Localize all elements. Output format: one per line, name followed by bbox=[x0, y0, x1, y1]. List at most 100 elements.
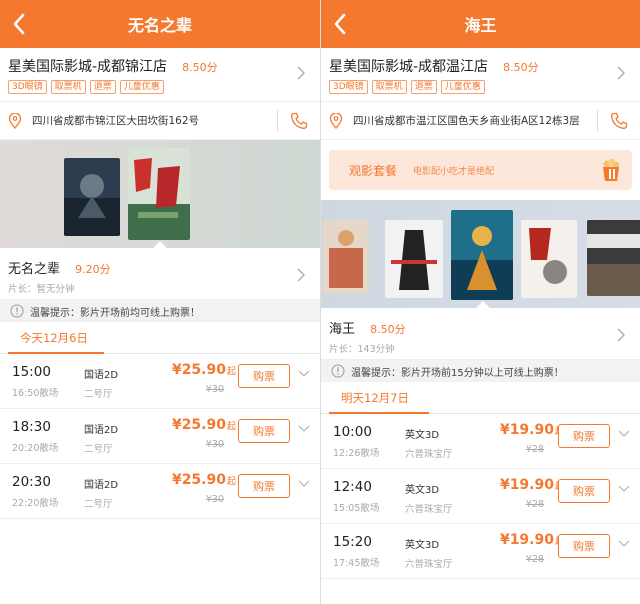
chevron-down-icon[interactable] bbox=[618, 430, 630, 438]
original-price: ¥28 bbox=[525, 444, 544, 455]
original-price: ¥30 bbox=[205, 494, 224, 505]
showtime-row: 15:00 16:50散场 国语2D 二号厅 ¥25.90起 ¥30 购票 bbox=[0, 354, 320, 409]
cinema-info[interactable]: 星美国际影城-成都锦江店 8.50分 3D眼镜 取票机 退票 儿童优惠 bbox=[0, 48, 320, 102]
movie-poster-wumingzhibei[interactable] bbox=[128, 148, 190, 240]
hall-name: 六普珠宝厅 bbox=[405, 559, 453, 570]
buy-ticket-button[interactable]: 购票 bbox=[238, 419, 290, 443]
back-arrow-icon[interactable] bbox=[329, 10, 353, 38]
showtime-row: 18:30 20:20散场 国语2D 二号厅 ¥25.90起 ¥30 购票 bbox=[0, 409, 320, 464]
cinema-address: 四川省成都市锦江区大田坎街162号 bbox=[32, 115, 200, 127]
info-icon bbox=[331, 364, 345, 378]
movie-name: 海王 bbox=[329, 322, 356, 337]
showtime-row: 15:20 17:45散场 英文3D 六普珠宝厅 ¥19.90起 ¥28 购票 bbox=[321, 524, 640, 579]
tip-text: 温馨提示：影片开场前15分钟以上可线上购票！ bbox=[351, 367, 564, 379]
showtime-row: 10:00 12:26散场 英文3D 六普珠宝厅 ¥19.90起 ¥28 购票 bbox=[321, 414, 640, 469]
snack-package-banner[interactable]: 观影套餐 电影配小吃才是绝配 bbox=[329, 150, 632, 190]
phone-icon[interactable] bbox=[610, 112, 628, 130]
tip-text: 温馨提示：影片开场前均可线上购票！ bbox=[30, 307, 200, 319]
movie-info[interactable]: 海王 8.50分 片长：143分钟 bbox=[321, 308, 640, 360]
movie-score: 8.50分 bbox=[370, 323, 406, 336]
end-time: 17:45散场 bbox=[333, 558, 380, 569]
address-row: 四川省成都市温江区国色天乡商业街A区12栋3层 bbox=[321, 102, 640, 140]
tip-bar: 温馨提示：影片开场前均可线上购票！ bbox=[0, 300, 320, 322]
start-time: 15:00 bbox=[12, 364, 51, 380]
address-row: 四川省成都市锦江区大田坎街162号 bbox=[0, 102, 320, 140]
movie-poster-1[interactable] bbox=[323, 220, 369, 294]
location-pin-icon bbox=[329, 112, 343, 129]
chevron-right-icon bbox=[617, 328, 625, 342]
selected-indicator bbox=[152, 241, 168, 248]
buy-ticket-button[interactable]: 购票 bbox=[238, 474, 290, 498]
original-price: ¥30 bbox=[205, 439, 224, 450]
movie-poster-strip[interactable] bbox=[0, 140, 320, 248]
selected-indicator bbox=[475, 301, 491, 308]
info-icon bbox=[10, 304, 24, 318]
showtime-row: 20:30 22:20散场 国语2D 二号厅 ¥25.90起 ¥30 购票 bbox=[0, 464, 320, 519]
buy-ticket-button[interactable]: 购票 bbox=[558, 534, 610, 558]
movie-poster-aquaman[interactable] bbox=[64, 158, 120, 236]
movie-name: 无名之辈 bbox=[8, 262, 61, 277]
buy-ticket-button[interactable]: 购票 bbox=[238, 364, 290, 388]
chevron-right-icon bbox=[297, 268, 305, 282]
chevron-down-icon[interactable] bbox=[618, 540, 630, 548]
buy-ticket-button[interactable]: 购票 bbox=[558, 424, 610, 448]
tag-3d-glasses: 3D眼镜 bbox=[8, 80, 47, 94]
location-pin-icon bbox=[8, 112, 22, 129]
page-title: 海王 bbox=[464, 16, 497, 35]
start-time: 20:30 bbox=[12, 474, 51, 490]
cinema-name: 星美国际影城-成都锦江店 bbox=[8, 59, 168, 75]
movie-info[interactable]: 无名之辈 9.20分 片长：暂无分钟 bbox=[0, 248, 320, 300]
chevron-down-icon[interactable] bbox=[618, 485, 630, 493]
back-arrow-icon[interactable] bbox=[8, 10, 32, 38]
movie-poster-2[interactable] bbox=[385, 220, 443, 298]
right-screen: 海王 星美国际影城-成都温江店 8.50分 3D眼镜 取票机 退票 儿童优惠 四… bbox=[320, 0, 640, 604]
chevron-right-icon bbox=[617, 66, 625, 80]
buy-ticket-button[interactable]: 购票 bbox=[558, 479, 610, 503]
language-format: 国语2D bbox=[84, 425, 119, 436]
movie-poster-4[interactable] bbox=[521, 220, 577, 298]
price: ¥25.90起 bbox=[171, 417, 236, 433]
hall-name: 二号厅 bbox=[84, 499, 113, 510]
tag-refund: 退票 bbox=[89, 80, 116, 94]
date-tabs: 明天12月7日 bbox=[321, 382, 640, 414]
end-time: 22:20散场 bbox=[12, 498, 59, 509]
divider bbox=[597, 110, 598, 132]
top-bar: 无名之辈 bbox=[0, 0, 320, 48]
language-format: 英文3D bbox=[405, 430, 440, 441]
tag-3d-glasses: 3D眼镜 bbox=[329, 80, 368, 94]
tag-child-discount: 儿童优惠 bbox=[119, 80, 164, 94]
cinema-info[interactable]: 星美国际影城-成都温江店 8.50分 3D眼镜 取票机 退票 儿童优惠 bbox=[321, 48, 640, 102]
hall-name: 六普珠宝厅 bbox=[405, 504, 453, 515]
top-bar: 海王 bbox=[321, 0, 640, 48]
cinema-address: 四川省成都市温江区国色天乡商业街A区12栋3层 bbox=[353, 115, 580, 127]
chevron-right-icon bbox=[297, 66, 305, 80]
page-title: 无名之辈 bbox=[127, 16, 192, 35]
start-time: 10:00 bbox=[333, 424, 372, 440]
movie-duration: 片长：143分钟 bbox=[329, 344, 395, 355]
chevron-down-icon[interactable] bbox=[298, 425, 310, 433]
language-format: 英文3D bbox=[405, 485, 440, 496]
divider bbox=[277, 110, 278, 132]
movie-poster-5[interactable] bbox=[587, 220, 640, 296]
price: ¥19.90起 bbox=[499, 532, 564, 548]
tab-date[interactable]: 今天12月6日 bbox=[20, 330, 88, 346]
language-format: 国语2D bbox=[84, 370, 119, 381]
tab-date[interactable]: 明天12月7日 bbox=[341, 390, 409, 406]
chevron-down-icon[interactable] bbox=[298, 370, 310, 378]
end-time: 20:20散场 bbox=[12, 443, 59, 454]
movie-poster-strip[interactable] bbox=[321, 200, 640, 308]
movie-duration: 片长：暂无分钟 bbox=[8, 284, 75, 295]
price: ¥19.90起 bbox=[499, 477, 564, 493]
hall-name: 二号厅 bbox=[84, 389, 113, 400]
start-time: 18:30 bbox=[12, 419, 51, 435]
tag-child-discount: 儿童优惠 bbox=[440, 80, 485, 94]
original-price: ¥30 bbox=[205, 384, 224, 395]
language-format: 国语2D bbox=[84, 480, 119, 491]
price: ¥25.90起 bbox=[171, 472, 236, 488]
phone-icon[interactable] bbox=[290, 112, 308, 130]
movie-poster-aquaman[interactable] bbox=[451, 210, 513, 300]
date-tabs: 今天12月6日 bbox=[0, 322, 320, 354]
language-format: 英文3D bbox=[405, 540, 440, 551]
chevron-down-icon[interactable] bbox=[298, 480, 310, 488]
original-price: ¥28 bbox=[525, 554, 544, 565]
